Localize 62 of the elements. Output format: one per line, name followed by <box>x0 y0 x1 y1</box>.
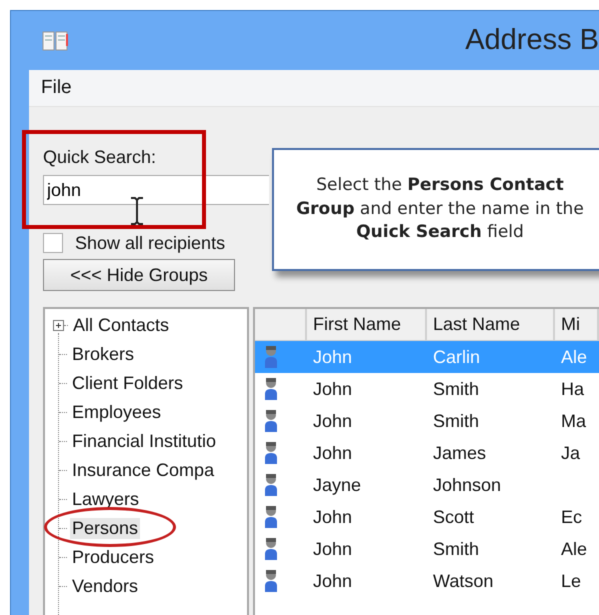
table-cell-text: Johnson <box>432 474 502 496</box>
book-icon <box>41 28 69 52</box>
table-cell-text: James <box>432 442 488 464</box>
person-icon <box>263 473 279 497</box>
tree-item[interactable]: Employees <box>70 402 164 423</box>
contact-row[interactable]: John Smith Ale <box>255 533 599 565</box>
contact-row[interactable]: John Scott Ec <box>255 501 599 533</box>
expand-icon[interactable] <box>53 320 64 331</box>
column-header <box>255 309 307 341</box>
tree-item[interactable]: Brokers <box>70 344 136 365</box>
table-cell-text: Smith <box>432 538 480 560</box>
table-cell-text: Ec <box>560 506 584 528</box>
table-cell-text: Ha <box>560 378 586 400</box>
contact-row[interactable]: John Smith Ha <box>255 373 599 405</box>
column-header[interactable]: First Name <box>307 309 427 341</box>
table-cell-text: Smith <box>432 410 480 432</box>
table-cell-text: John <box>312 442 354 464</box>
table-cell-text: John <box>312 378 354 400</box>
table-cell-text: Ale <box>560 538 588 560</box>
person-icon <box>263 345 279 369</box>
table-cell-text: John <box>312 346 354 368</box>
checkbox[interactable] <box>43 233 63 253</box>
person-icon <box>263 441 279 465</box>
tree-item[interactable]: Client Folders <box>70 373 186 394</box>
person-icon <box>263 409 279 433</box>
person-icon <box>263 569 279 593</box>
tree-item[interactable]: Lawyers <box>70 489 142 510</box>
tree-item[interactable]: Financial Institutio <box>70 431 218 452</box>
quick-search-label: Quick Search: <box>43 146 158 169</box>
table-cell-text: Ale <box>560 346 588 368</box>
column-header[interactable]: Mi <box>555 309 599 341</box>
contact-row[interactable]: John Watson Le <box>255 565 599 597</box>
menu-item[interactable]: File <box>41 77 72 99</box>
table-cell-text: Carlin <box>432 346 482 368</box>
contact-row[interactable]: John Smith Ma <box>255 405 599 437</box>
table-cell-text: Watson <box>432 570 494 592</box>
tree-item[interactable]: Insurance Compa <box>70 460 216 481</box>
tree-item[interactable]: All Contacts <box>71 315 172 336</box>
table-cell-text: Scott <box>432 506 476 528</box>
person-icon <box>263 377 279 401</box>
table-cell-text: John <box>312 538 354 560</box>
table-cell-text: John <box>312 410 354 432</box>
column-header[interactable]: Last Name <box>427 309 555 341</box>
person-icon <box>263 505 279 529</box>
table-cell-text: Smith <box>432 378 480 400</box>
table-cell-text: Le <box>560 570 582 592</box>
callout-text: Select the Persons Contact Group and enter the name in the Quick Search field <box>272 148 599 271</box>
contact-row[interactable]: John James Ja <box>255 437 599 469</box>
tree-item[interactable]: Vendors <box>70 576 140 597</box>
table-cell-text: Ma <box>560 410 588 432</box>
table-cell-text: John <box>312 570 354 592</box>
checkbox-label: Show all recipients <box>75 232 226 255</box>
table-cell-text: Ja <box>560 442 582 464</box>
table-cell-text: Jayne <box>312 474 362 496</box>
text-cursor-icon <box>130 197 144 225</box>
tree-item[interactable]: Producers <box>70 547 156 568</box>
table-cell-text: John <box>312 506 354 528</box>
hide-groups-button[interactable]: <<< Hide Groups <box>43 259 235 291</box>
window-title: Address B <box>465 24 599 57</box>
person-icon <box>263 537 279 561</box>
tree-item[interactable]: Persons <box>70 518 140 539</box>
contact-row[interactable]: Jayne Johnson <box>255 469 599 501</box>
